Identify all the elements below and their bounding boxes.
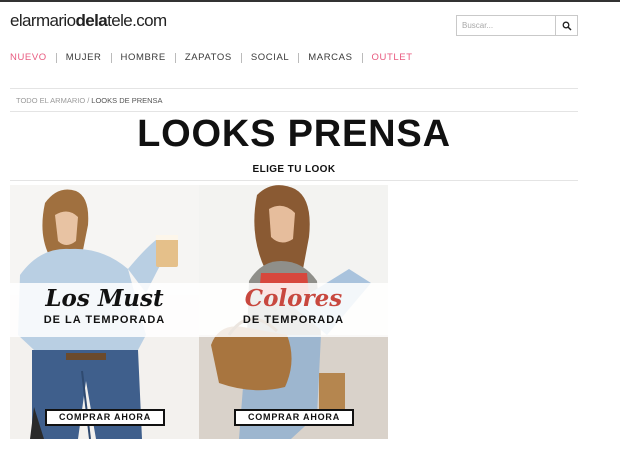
look-card-los-must[interactable]: Los Must DE LA TEMPORADA COMPRAR AHORA <box>10 185 199 439</box>
card-script-title: Los Must <box>45 285 164 312</box>
look-card-colores[interactable]: Colores DE TEMPORADA COMPRAR AHORA <box>199 185 388 439</box>
breadcrumb: TODO EL ARMARIO / LOOKS DE PRENSA <box>10 88 578 112</box>
nav-item-mujer[interactable]: MUJER <box>66 52 102 63</box>
page-subtitle: ELIGE TU LOOK <box>252 164 336 175</box>
nav-item-outlet[interactable]: OUTLET <box>372 52 413 63</box>
search-input[interactable] <box>457 16 553 35</box>
nav-divider <box>110 52 112 63</box>
nav-item-social[interactable]: SOCIAL <box>251 52 289 63</box>
logo-text-elarmario: elarmario <box>10 11 76 30</box>
page-title: LOOKS PRENSA <box>137 113 451 155</box>
logo-text-com: .com <box>132 11 167 30</box>
nav-divider <box>55 52 57 63</box>
nav-item-marcas[interactable]: MARCAS <box>308 52 352 63</box>
nav-item-nuevo[interactable]: NUEVO <box>10 52 47 63</box>
breadcrumb-separator: / <box>87 95 90 105</box>
nav-item-zapatos[interactable]: ZAPATOS <box>185 52 232 63</box>
nav-divider <box>174 52 176 63</box>
nav-item-hombre[interactable]: HOMBRE <box>121 52 166 63</box>
card-subtitle: DE LA TEMPORADA <box>43 314 166 326</box>
breadcrumb-link-todo-el-armario[interactable]: TODO EL ARMARIO <box>16 96 85 105</box>
card-caption-band: Los Must DE LA TEMPORADA <box>10 283 199 337</box>
top-border <box>0 0 620 2</box>
card-subtitle: DE TEMPORADA <box>242 314 345 326</box>
main-nav: NUEVO MUJER HOMBRE ZAPATOS SOCIAL MARCAS… <box>10 52 413 63</box>
search-button[interactable] <box>555 16 577 35</box>
card-script-title: Colores <box>244 285 343 312</box>
subtitle-divider <box>10 180 578 181</box>
search-box <box>456 15 578 36</box>
site-logo[interactable]: elarmariodelatele.com <box>10 11 167 31</box>
nav-divider <box>361 52 363 63</box>
logo-text-tele: tele <box>107 11 133 30</box>
nav-divider <box>240 52 242 63</box>
logo-text-dela: dela <box>75 11 108 30</box>
search-icon <box>562 21 572 31</box>
breadcrumb-current: LOOKS DE PRENSA <box>91 95 163 105</box>
nav-divider <box>298 52 300 63</box>
comprar-ahora-button[interactable]: COMPRAR AHORA <box>45 409 165 426</box>
comprar-ahora-button[interactable]: COMPRAR AHORA <box>234 409 354 426</box>
card-caption-band: Colores DE TEMPORADA <box>199 283 388 337</box>
